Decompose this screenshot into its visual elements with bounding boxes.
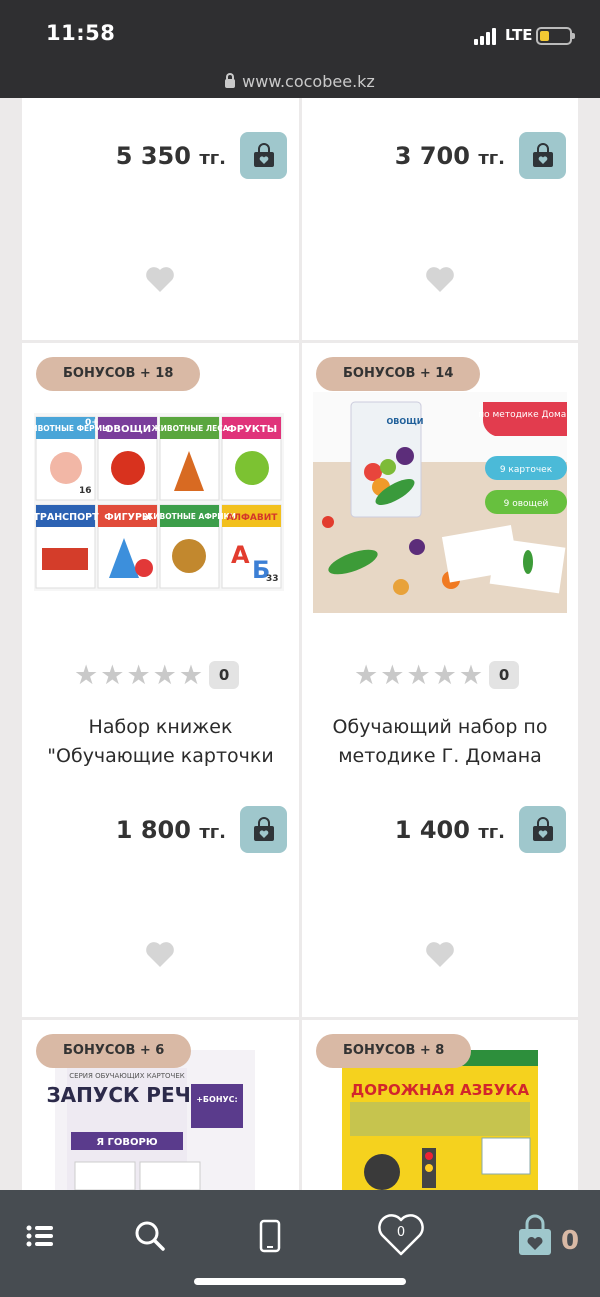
search-button[interactable]: [130, 1216, 170, 1256]
star-icon: ★: [178, 659, 204, 691]
product-price: 1 400 тг.: [394, 815, 505, 844]
product-grid: 5 350 тг. 3 700 тг. А Б ИВОТНЫЕ ФЕРМЫ ОВ…: [0, 98, 600, 1190]
add-to-cart-button[interactable]: [240, 132, 287, 179]
product-title[interactable]: Обучающий набор по методике Г. Домана: [312, 713, 568, 771]
product-price: 5 350 тг.: [115, 141, 226, 170]
cover-label: ТРАНСПОРТ: [34, 512, 99, 523]
star-icon: ★: [126, 659, 151, 691]
star-icon: ★: [458, 659, 484, 691]
rating-count: 0: [209, 661, 240, 689]
product-price: 3 700 тг.: [394, 141, 505, 170]
favorites-count: 0: [396, 1225, 406, 1240]
url-bar[interactable]: www.cocobee.kz: [0, 66, 600, 98]
product-card[interactable]: ОВОЩИ по методике Домана 9 карточек 9 ов…: [302, 343, 578, 1017]
shopping-bag-icon: [253, 816, 274, 841]
add-to-cart-button[interactable]: [519, 132, 566, 179]
favorite-heart-icon[interactable]: [145, 265, 175, 293]
menu-button[interactable]: [20, 1216, 60, 1256]
bonus-badge: БОНУСОВ + 6: [36, 1034, 192, 1068]
product-tag: 9 карточек: [500, 465, 553, 475]
price-row: 1 800 тг.: [116, 806, 287, 853]
star-icon: ★: [380, 659, 405, 691]
shopping-bag-icon: [532, 816, 553, 841]
rating-stars: ★ ★ ★ ★ ★ 0: [354, 659, 520, 691]
product-tag: по методике Домана: [478, 410, 567, 420]
status-bar: 11:58 LTE: [0, 0, 600, 66]
status-time: 11:58: [46, 21, 116, 45]
cover-bonus: +БОНУС:: [196, 1095, 238, 1104]
product-card[interactable]: 5 350 тг.: [22, 98, 299, 340]
favorites-button[interactable]: 0: [376, 1210, 426, 1260]
product-card[interactable]: 3 700 тг.: [302, 98, 578, 340]
shopping-bag-icon: [532, 142, 553, 167]
price-row: 3 700 тг.: [395, 132, 566, 179]
cart-button[interactable]: [512, 1210, 558, 1260]
product-image[interactable]: СЕРИЯ ОБУЧАЮЩИХ КАРТОЧЕК ЗАПУСК РЕЧИ Я Г…: [45, 1050, 275, 1190]
cart-count: 0: [561, 1226, 580, 1256]
lock-icon: [225, 73, 236, 88]
add-to-cart-button[interactable]: [240, 806, 287, 853]
url-text: www.cocobee.kz: [242, 72, 375, 91]
product-card[interactable]: ДОРОЖНАЯ АЗБУКА БОНУСОВ + 8: [302, 1020, 578, 1190]
pack-label: ОВОЩИ: [387, 417, 424, 426]
signal-icon: [474, 27, 500, 45]
star-icon: ★: [354, 659, 379, 691]
cover-count: 33: [266, 574, 279, 584]
star-icon: ★: [100, 659, 125, 691]
cover-label: АЛФАВИТ: [227, 513, 279, 523]
add-to-cart-button[interactable]: [519, 806, 566, 853]
product-card[interactable]: СЕРИЯ ОБУЧАЮЩИХ КАРТОЧЕК ЗАПУСК РЕЧИ Я Г…: [22, 1020, 299, 1190]
cover-label: ЖИВОТНЫЕ АФРИКИ: [144, 512, 236, 521]
price-row: 5 350 тг.: [116, 132, 287, 179]
star-icon: ★: [74, 659, 99, 691]
product-card[interactable]: АБ ЖИВОТНЫЕ ФЕРМЫ ОВОЩИ ЖИВОТНЫЕ ЛЕСА ФР…: [22, 343, 299, 1017]
phone-button[interactable]: [250, 1214, 290, 1258]
product-image[interactable]: ДОРОЖНАЯ АЗБУКА: [342, 1050, 538, 1190]
network-label: LTE: [505, 26, 533, 44]
phone-icon: [259, 1219, 281, 1253]
product-image[interactable]: ОВОЩИ по методике Домана 9 карточек 9 ов…: [313, 392, 567, 613]
cover-count: 16: [79, 486, 92, 496]
favorite-heart-icon[interactable]: [425, 940, 455, 968]
bonus-badge: БОНУСОВ + 18: [36, 357, 201, 391]
product-image[interactable]: АБ ЖИВОТНЫЕ ФЕРМЫ ОВОЩИ ЖИВОТНЫЕ ЛЕСА ФР…: [34, 413, 284, 591]
star-icon: ★: [432, 659, 457, 691]
cover-series: СЕРИЯ ОБУЧАЮЩИХ КАРТОЧЕК: [69, 1072, 184, 1080]
price-row: 1 400 тг.: [395, 806, 566, 853]
favorite-heart-icon[interactable]: [145, 940, 175, 968]
product-title[interactable]: Набор книжек "Обучающие карточки: [32, 713, 289, 771]
rating-count: 0: [489, 661, 520, 689]
menu-list-icon: [26, 1225, 53, 1247]
cover-age: 0+: [85, 418, 99, 428]
shopping-bag-icon: [253, 142, 274, 167]
bonus-badge: БОНУСОВ + 8: [316, 1034, 472, 1068]
product-tag: 9 овощей: [504, 499, 549, 509]
cover-title: ДОРОЖНАЯ АЗБУКА: [351, 1081, 530, 1099]
product-price: 1 800 тг.: [115, 815, 226, 844]
bonus-badge: БОНУСОВ + 14: [316, 357, 481, 391]
shopping-bag-icon: [519, 1214, 551, 1255]
cover-label: ЖИВОТНЫЕ ЛЕСА: [151, 424, 228, 433]
cover-subtitle: Я ГОВОРЮ: [96, 1137, 158, 1148]
favorite-heart-icon[interactable]: [425, 265, 455, 293]
home-indicator[interactable]: [194, 1278, 406, 1285]
rating-stars: ★ ★ ★ ★ ★ 0: [74, 659, 240, 691]
svg-text:А: А: [231, 541, 250, 569]
cover-title: ЗАПУСК РЕЧИ: [46, 1083, 207, 1107]
star-icon: ★: [152, 659, 177, 691]
battery-icon: [536, 27, 575, 45]
search-icon: [135, 1221, 165, 1251]
cover-label: ОВОЩИ: [105, 424, 151, 435]
star-icon: ★: [406, 659, 431, 691]
cover-label: ФРУКТЫ: [227, 424, 277, 435]
